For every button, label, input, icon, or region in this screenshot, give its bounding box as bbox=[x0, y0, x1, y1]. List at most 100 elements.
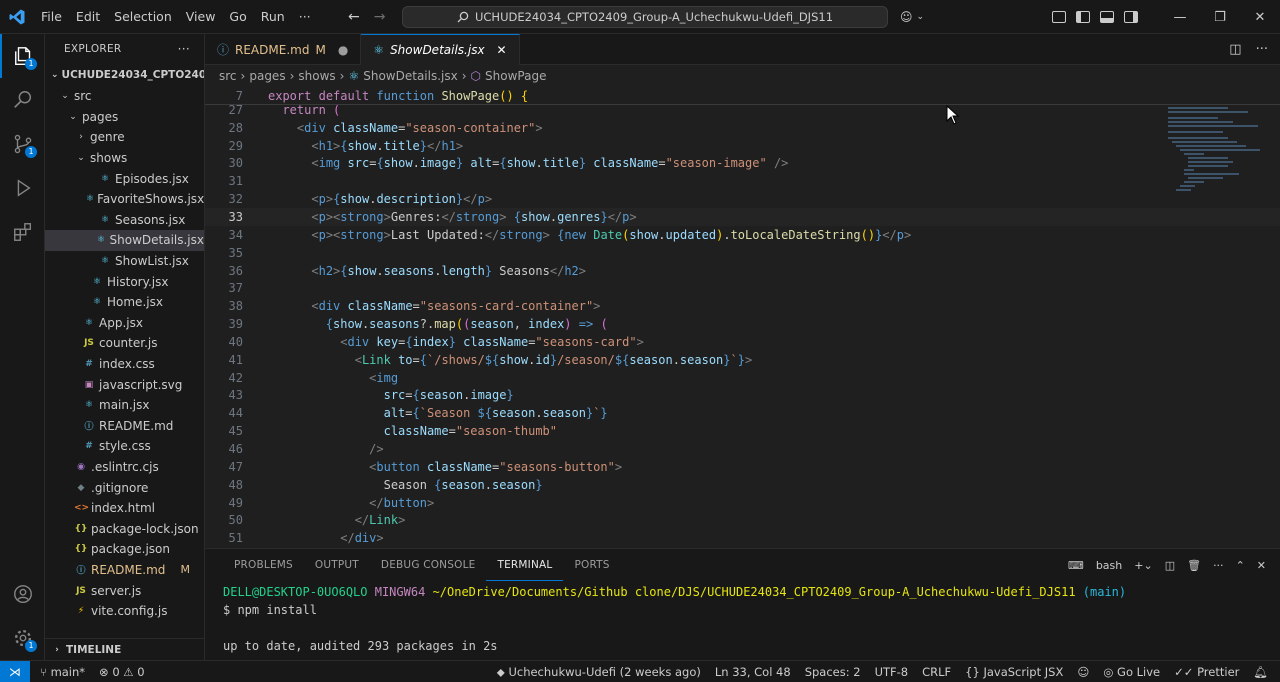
more-actions-icon[interactable]: ··· bbox=[1256, 42, 1268, 57]
file-item[interactable]: ⚛ FavoriteShows.jsx bbox=[45, 189, 204, 210]
file-item[interactable]: {} package.json bbox=[45, 539, 204, 560]
menu-more[interactable]: ··· bbox=[292, 0, 318, 34]
trash-icon[interactable]: 🗑 bbox=[1187, 559, 1201, 572]
panel-tab-problems[interactable]: PROBLEMS bbox=[223, 549, 304, 581]
new-terminal-icon[interactable]: +⌄ bbox=[1134, 559, 1152, 572]
menu-run[interactable]: Run bbox=[254, 0, 292, 34]
explorer-icon[interactable]: 1 bbox=[0, 34, 45, 78]
code-line[interactable]: 44 alt={`Season ${season.season}`} bbox=[205, 404, 1280, 422]
folder-item[interactable]: ⌄ pages bbox=[45, 107, 204, 128]
file-item[interactable]: <> index.html bbox=[45, 498, 204, 519]
language-mode[interactable]: {} JavaScript JSX bbox=[965, 665, 1063, 679]
menu-edit[interactable]: Edit bbox=[69, 0, 107, 34]
file-item[interactable]: ⚛ ShowList.jsx bbox=[45, 251, 204, 272]
run-debug-icon[interactable] bbox=[0, 166, 45, 210]
file-item[interactable]: ⚛ App.jsx bbox=[45, 313, 204, 334]
file-item[interactable]: JS counter.js bbox=[45, 333, 204, 354]
breadcrumb-item[interactable]: pages bbox=[249, 69, 285, 83]
menu-file[interactable]: File bbox=[34, 0, 69, 34]
code-line[interactable]: 31 bbox=[205, 172, 1280, 190]
editor-tab[interactable]: ⚛ ShowDetails.jsx ✕ bbox=[361, 34, 520, 65]
git-blame[interactable]: ⬥ Uchechukwu-Udefi (2 weeks ago) bbox=[497, 665, 701, 680]
close-tab-icon[interactable]: ✕ bbox=[497, 43, 507, 57]
copilot-status-icon[interactable]: ☺ bbox=[1077, 665, 1089, 679]
close-icon[interactable]: ✕ bbox=[1240, 10, 1280, 25]
file-item[interactable]: {} package-lock.json bbox=[45, 518, 204, 539]
file-item[interactable]: ⓘ README.md M bbox=[45, 560, 204, 581]
breadcrumb-item[interactable]: ShowDetails.jsx bbox=[363, 69, 457, 83]
code-line[interactable]: 48 Season {season.season} bbox=[205, 476, 1280, 494]
maximize-panel-icon[interactable]: ⌃ bbox=[1236, 559, 1245, 572]
code-line[interactable]: 47 <button className="seasons-button"> bbox=[205, 458, 1280, 476]
panel-tab-output[interactable]: OUTPUT bbox=[304, 549, 370, 581]
cursor-position[interactable]: Ln 33, Col 48 bbox=[715, 665, 791, 679]
panel-tab-ports[interactable]: PORTS bbox=[563, 549, 620, 581]
command-center-search[interactable]: UCHUDE24034_CPTO2409_Group-A_Uchechukwu-… bbox=[402, 6, 888, 28]
breadcrumb-item[interactable]: shows bbox=[298, 69, 335, 83]
code-line[interactable]: 51 </div> bbox=[205, 529, 1280, 547]
menu-view[interactable]: View bbox=[179, 0, 223, 34]
code-line[interactable]: 36 <h2>{show.seasons.length} Seasons</h2… bbox=[205, 262, 1280, 280]
folder-item[interactable]: ⌄ shows bbox=[45, 148, 204, 169]
file-item[interactable]: ⓘ README.md bbox=[45, 416, 204, 437]
toggle-panel-icon[interactable] bbox=[1100, 11, 1114, 23]
file-item[interactable]: # style.css bbox=[45, 436, 204, 457]
copilot-button[interactable]: ☺ ⌄ bbox=[900, 0, 924, 34]
file-item[interactable]: ▣ javascript.svg bbox=[45, 374, 204, 395]
code-line[interactable]: 38 <div className="seasons-card-containe… bbox=[205, 297, 1280, 315]
timeline-section[interactable]: › TIMELINE bbox=[45, 638, 204, 660]
back-arrow-icon[interactable]: ← bbox=[348, 9, 360, 25]
breadcrumb-item[interactable]: src bbox=[219, 69, 237, 83]
file-item[interactable]: ◉ .eslintrc.cjs bbox=[45, 457, 204, 478]
file-item[interactable]: # index.css bbox=[45, 354, 204, 375]
panel-tab-terminal[interactable]: TERMINAL bbox=[486, 549, 564, 581]
code-line[interactable]: 49 </button> bbox=[205, 494, 1280, 512]
folder-item[interactable]: ⌄ src bbox=[45, 86, 204, 107]
problems-count[interactable]: ⊗ 0 ⚠ 0 bbox=[99, 665, 145, 679]
forward-arrow-icon[interactable]: → bbox=[374, 9, 386, 25]
code-line[interactable]: 37 bbox=[205, 279, 1280, 297]
git-branch[interactable]: ⑂ main* bbox=[40, 665, 85, 679]
manage-gear-icon[interactable]: 1 bbox=[0, 616, 45, 660]
code-line[interactable]: 33 <p><strong>Genres:</strong> {show.gen… bbox=[205, 207, 1280, 226]
restore-icon[interactable]: ❐ bbox=[1200, 10, 1240, 25]
code-line[interactable]: 34 <p><strong>Last Updated:</strong> {ne… bbox=[205, 226, 1280, 244]
toggle-primary-sidebar-icon[interactable] bbox=[1076, 11, 1090, 23]
file-item[interactable]: ⚛ main.jsx bbox=[45, 395, 204, 416]
indentation[interactable]: Spaces: 2 bbox=[805, 665, 861, 679]
remote-indicator-icon[interactable]: ⋊ bbox=[0, 660, 30, 682]
more-actions-icon[interactable]: ··· bbox=[178, 42, 190, 56]
code-editor[interactable]: 7 export default function ShowPage() {27 … bbox=[205, 87, 1280, 548]
editor-tab[interactable]: ⓘ README.md M ● bbox=[205, 34, 362, 65]
file-item[interactable]: ⚛ History.jsx bbox=[45, 271, 204, 292]
customize-layout-icon[interactable] bbox=[1052, 11, 1066, 23]
menu-go[interactable]: Go bbox=[222, 0, 253, 34]
terminal-output[interactable]: DELL@DESKTOP-0UO6QLO MINGW64 ~/OneDrive/… bbox=[223, 583, 1126, 655]
menu-selection[interactable]: Selection bbox=[107, 0, 179, 34]
search-icon[interactable] bbox=[0, 78, 45, 122]
go-live-button[interactable]: ◎ Go Live bbox=[1103, 665, 1160, 679]
code-line[interactable]: 32 <p>{show.description}</p> bbox=[205, 190, 1280, 208]
file-item[interactable]: ⚛ ShowDetails.jsx bbox=[45, 230, 204, 251]
code-line[interactable]: 35 bbox=[205, 244, 1280, 262]
file-item[interactable]: ⚛ Home.jsx bbox=[45, 292, 204, 313]
code-line[interactable]: 45 className="season-thumb" bbox=[205, 422, 1280, 440]
sticky-scroll-line[interactable]: 7 export default function ShowPage() { bbox=[205, 87, 1280, 105]
extensions-icon[interactable] bbox=[0, 210, 45, 254]
code-line[interactable]: 43 src={season.image} bbox=[205, 386, 1280, 404]
terminal-shell-label[interactable]: bash bbox=[1096, 559, 1122, 572]
folder-item[interactable]: › genre bbox=[45, 127, 204, 148]
unsaved-dot-icon[interactable]: ● bbox=[338, 43, 348, 57]
file-item[interactable]: ⚡ vite.config.js bbox=[45, 601, 204, 622]
accounts-icon[interactable] bbox=[0, 572, 45, 616]
code-line[interactable]: 28 <div className="season-container"> bbox=[205, 119, 1280, 137]
code-line[interactable]: 30 <img src={show.image} alt={show.title… bbox=[205, 154, 1280, 172]
code-line[interactable]: 42 <img bbox=[205, 369, 1280, 387]
notifications-bell-icon[interactable]: 🔔︎ bbox=[1253, 665, 1268, 679]
code-line[interactable]: 29 <h1>{show.title}</h1> bbox=[205, 137, 1280, 155]
panel-tab-debug-console[interactable]: DEBUG CONSOLE bbox=[370, 549, 487, 581]
breadcrumb-item[interactable]: ShowPage bbox=[485, 69, 546, 83]
file-item[interactable]: ⚛ Seasons.jsx bbox=[45, 210, 204, 231]
code-line[interactable]: 39 {show.seasons?.map((season, index) =>… bbox=[205, 315, 1280, 333]
split-terminal-icon[interactable]: ◫ bbox=[1165, 559, 1175, 572]
